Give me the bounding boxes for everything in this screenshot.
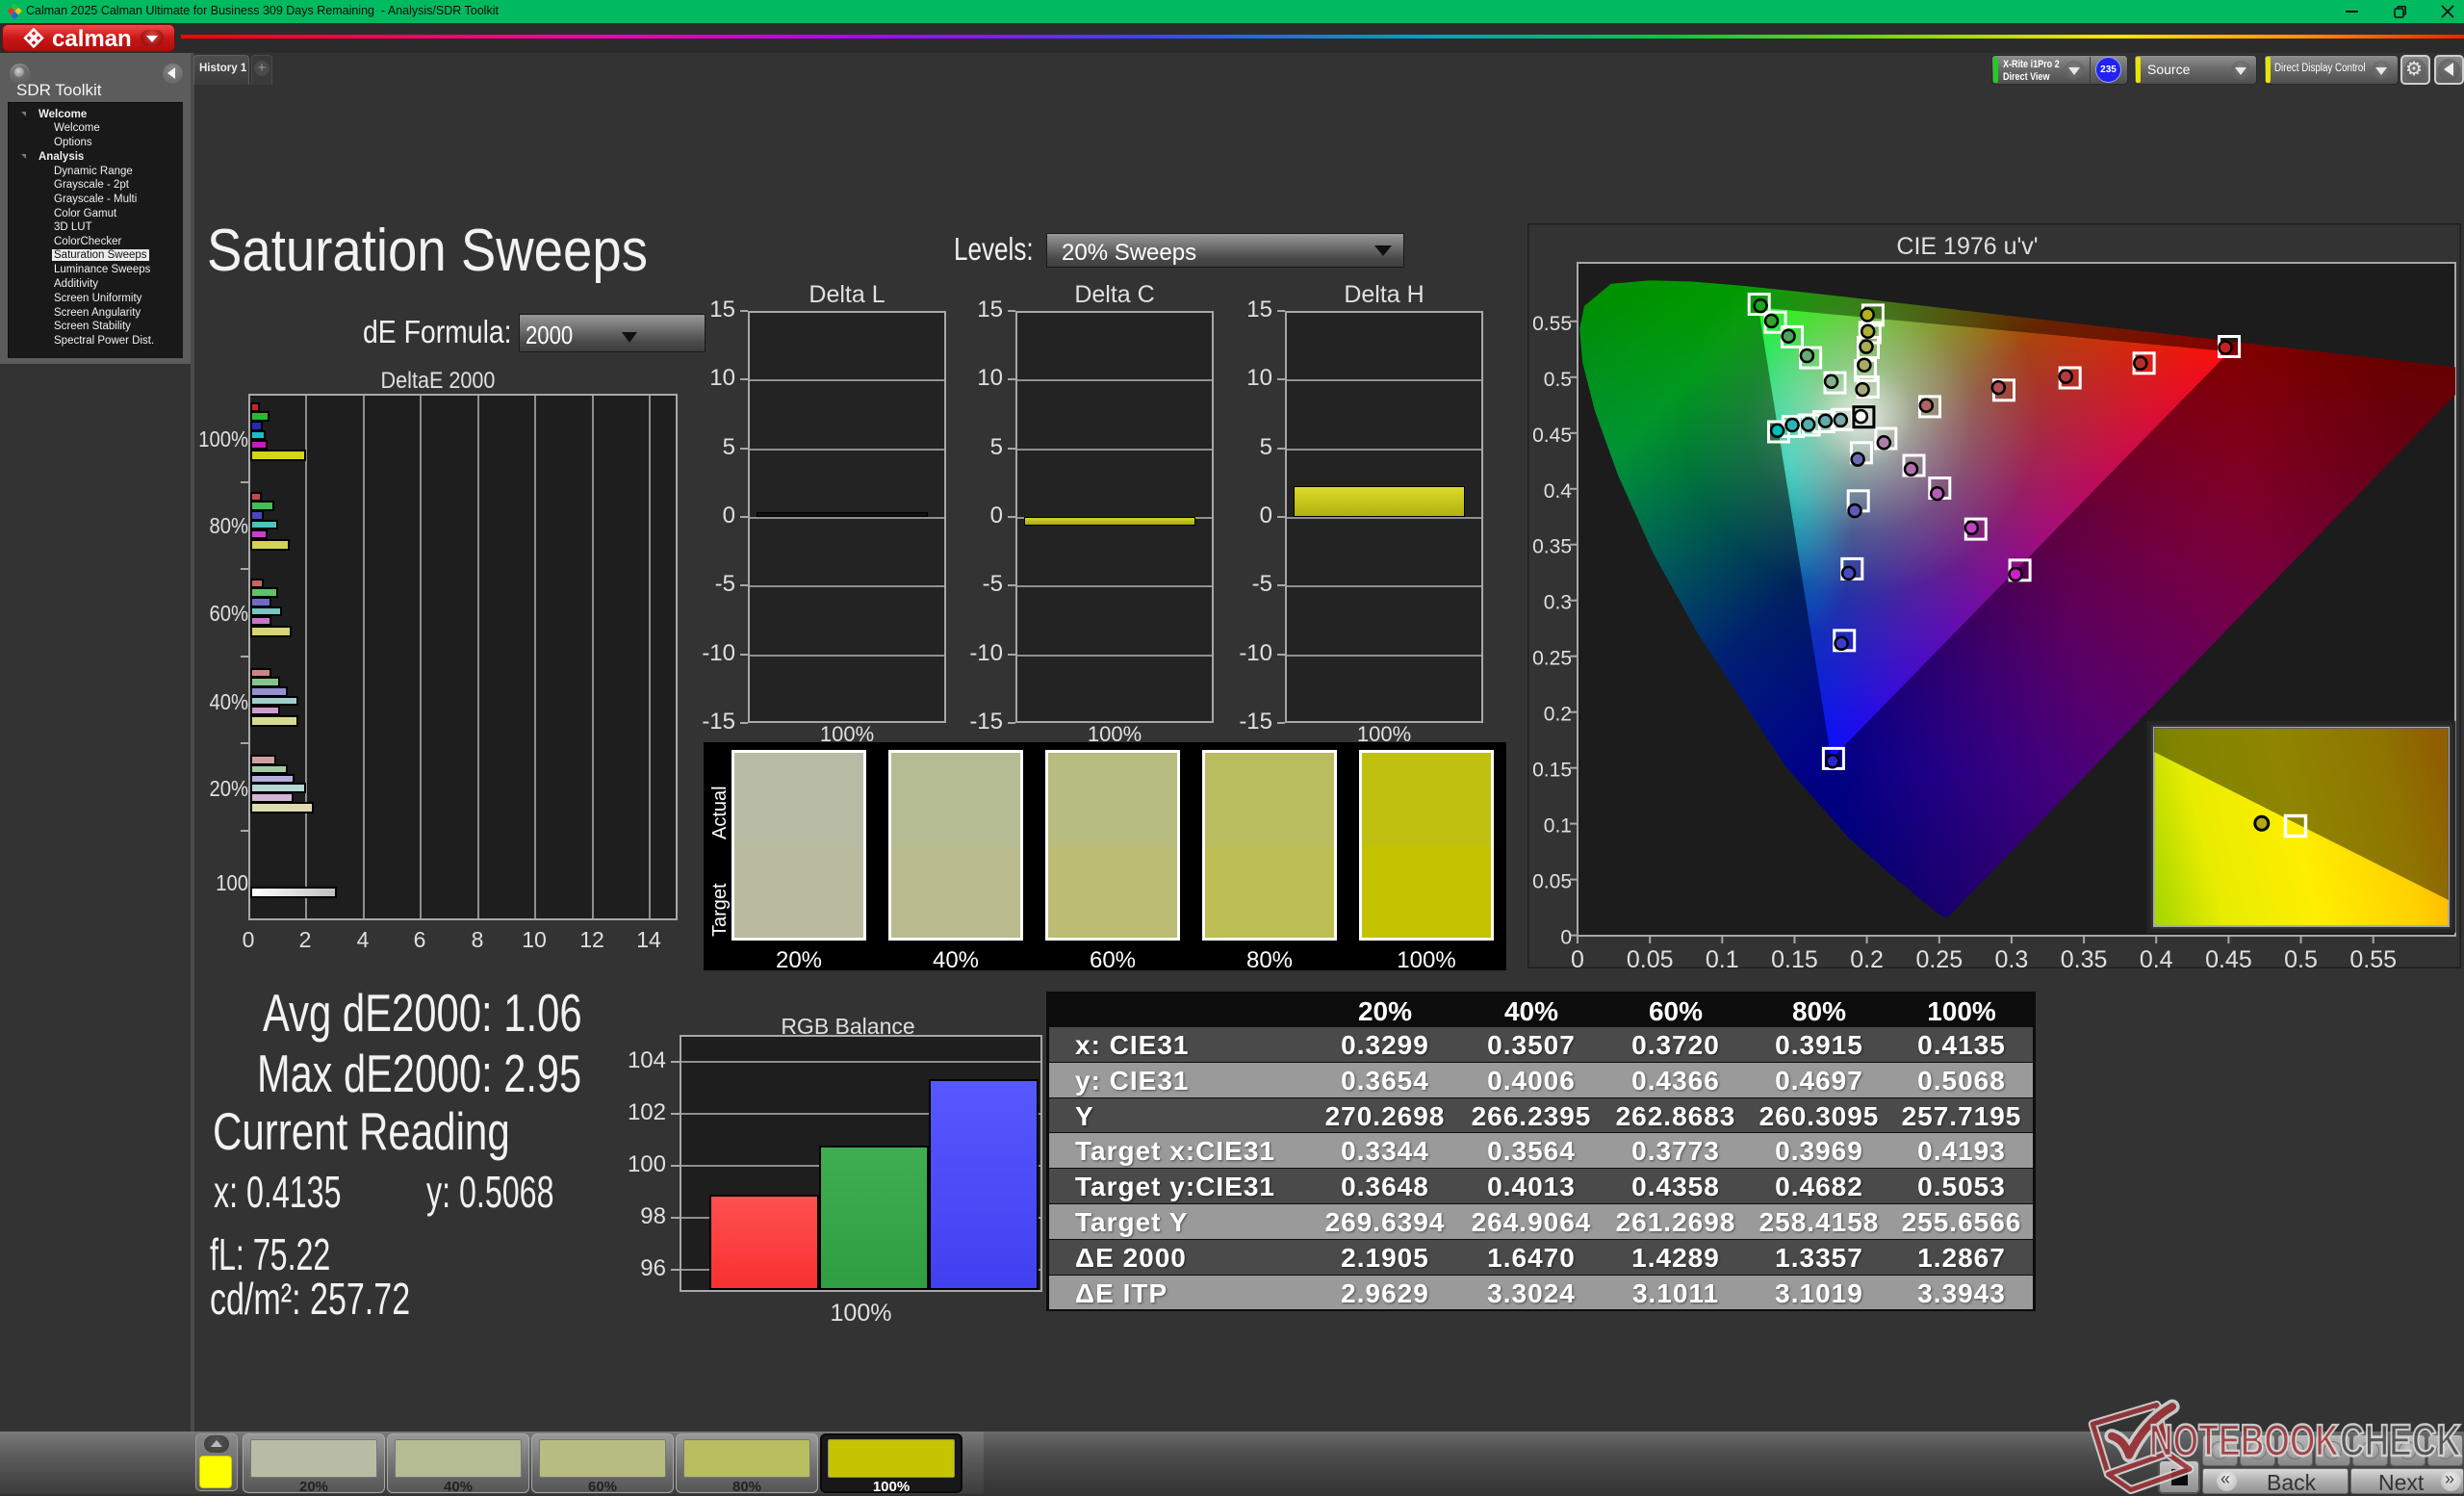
- svg-text:0.3: 0.3: [1995, 946, 2029, 968]
- svg-text:0.3: 0.3: [1544, 592, 1572, 614]
- svg-text:0.45: 0.45: [1532, 425, 1572, 447]
- svg-text:0.55: 0.55: [1532, 313, 1572, 335]
- svg-text:0.2: 0.2: [1850, 946, 1884, 968]
- svg-text:0: 0: [1571, 946, 1584, 968]
- svg-text:0.35: 0.35: [2061, 946, 2108, 968]
- svg-text:0.55: 0.55: [2349, 946, 2397, 968]
- svg-text:0.05: 0.05: [1532, 871, 1572, 893]
- svg-text:0.1: 0.1: [1706, 946, 1739, 968]
- svg-text:0.5: 0.5: [1544, 369, 1572, 391]
- svg-text:0.35: 0.35: [1532, 536, 1572, 558]
- svg-text:0.2: 0.2: [1544, 704, 1572, 726]
- svg-text:NOTEBOOK: NOTEBOOK: [2149, 1415, 2339, 1465]
- svg-text:0.4: 0.4: [2140, 946, 2173, 968]
- svg-text:0.05: 0.05: [1627, 946, 1674, 968]
- svg-text:CIE 1976 u'v': CIE 1976 u'v': [1896, 233, 2038, 260]
- svg-text:0.1: 0.1: [1544, 815, 1572, 838]
- svg-text:0.15: 0.15: [1771, 946, 1818, 968]
- svg-text:0.25: 0.25: [1532, 648, 1572, 670]
- svg-text:0.4: 0.4: [1544, 480, 1573, 503]
- svg-text:CHECK: CHECK: [2340, 1415, 2461, 1465]
- svg-text:0.5: 0.5: [2284, 946, 2318, 968]
- svg-text:0.25: 0.25: [1915, 946, 1963, 968]
- svg-text:0.15: 0.15: [1532, 760, 1572, 782]
- svg-text:0.45: 0.45: [2205, 946, 2252, 968]
